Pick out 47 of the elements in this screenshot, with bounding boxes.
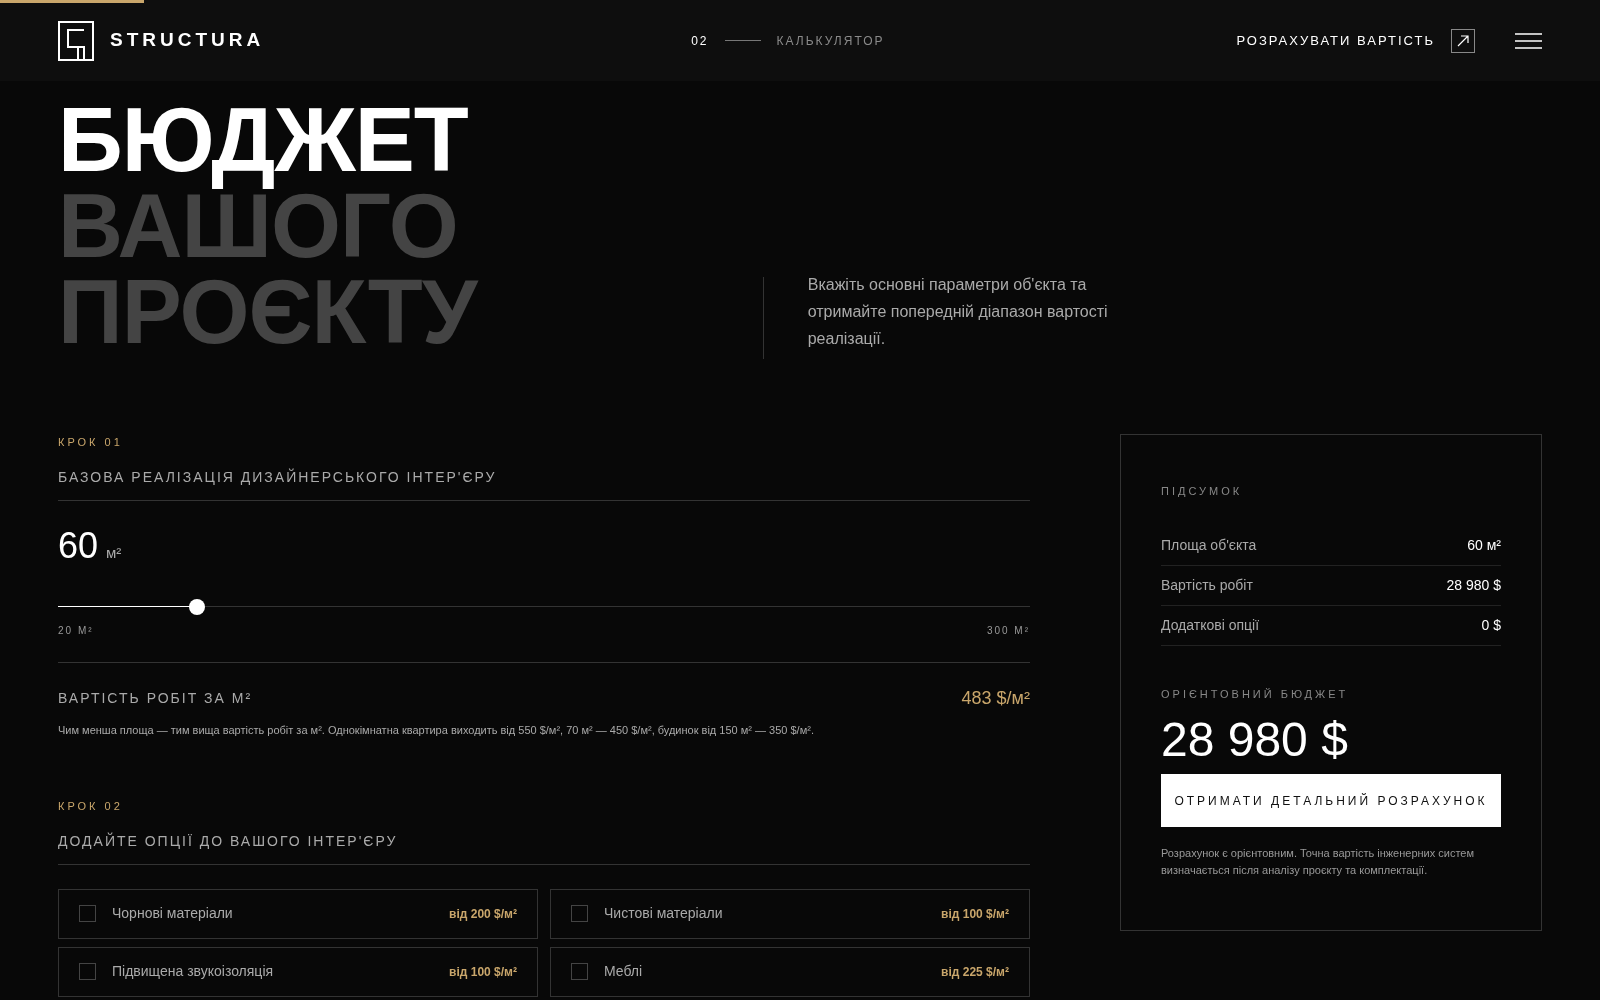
step-label: КРОК 01 bbox=[58, 435, 124, 450]
summary-label: Додаткові опції bbox=[1161, 615, 1260, 635]
option-price: від 200 $/м² bbox=[449, 905, 517, 923]
area-unit: м² bbox=[106, 542, 122, 563]
logo[interactable]: STRUCTURA bbox=[110, 26, 265, 55]
option-card[interactable]: Підвищена звукоізоляція від 100 $/м² bbox=[58, 946, 538, 997]
summary-value: 28 980 $ bbox=[1446, 575, 1501, 595]
range-min: 20 М² bbox=[58, 623, 94, 638]
step-label: КАЛЬКУЛЯТОР bbox=[776, 32, 885, 50]
calculate-link[interactable]: РОЗРАХУВАТИ ВАРТІСТЬ bbox=[1236, 28, 1475, 53]
budget-label: ОРІЄНТОВНИЙ БЮДЖЕТ bbox=[1161, 686, 1350, 702]
checkbox[interactable] bbox=[571, 905, 588, 922]
detail-button[interactable]: ОТРИМАТИ ДЕТАЛЬНИЙ РОЗРАХУНОК bbox=[1161, 774, 1501, 827]
option-label: Підвищена звукоізоляція bbox=[112, 962, 275, 981]
checkbox[interactable] bbox=[79, 905, 96, 922]
rate-label: ВАРТІСТЬ РОБІТ ЗА М² bbox=[58, 688, 253, 708]
step-label: КРОК 02 bbox=[58, 799, 124, 814]
slider-thumb[interactable] bbox=[189, 598, 205, 615]
summary-value: 60 м² bbox=[1467, 535, 1501, 555]
option-card[interactable]: Меблі від 225 $/м² bbox=[550, 946, 1030, 997]
summary-label: Площа об'єкта bbox=[1161, 535, 1257, 555]
logo-icon bbox=[58, 20, 94, 61]
disclaimer: Розрахунок є орієнтовним. Точна вартість інженерних систем визначається після аналізу проєкту та комплектації. bbox=[1161, 846, 1476, 878]
summary-title: ПІДСУМОК bbox=[1161, 484, 1244, 499]
description: Вкажіть основні параметри об'єкта та отримайте попередній діапазон вартості реалізації. bbox=[807, 275, 1109, 349]
range-max: 300 М² bbox=[986, 623, 1030, 638]
area-slider[interactable] bbox=[58, 598, 1030, 615]
option-price: від 100 $/м² bbox=[449, 963, 517, 981]
hero-title: ПРОЄКТУ bbox=[58, 267, 477, 357]
rate-note: Чим менша площа — тим вища вартість робіт за м². Однокімнатна квартира виходить від 550 $/м², 70 м² — 450 $/м², будинок від 150 м² — 350 $/м². bbox=[58, 722, 815, 738]
section-title: ДОДАЙТЕ ОПЦІЇ ДО ВАШОГО ІНТЕР'ЄРУ bbox=[58, 830, 1030, 865]
option-label: Чистові матеріали bbox=[604, 904, 724, 923]
option-label: Меблі bbox=[604, 962, 644, 981]
step-number: 02 bbox=[691, 32, 709, 50]
summary-value: 0 $ bbox=[1481, 615, 1501, 635]
option-label: Чорнові матеріали bbox=[112, 904, 234, 923]
option-price: від 225 $/м² bbox=[941, 963, 1009, 981]
area-value: 60 bbox=[58, 523, 99, 568]
checkbox[interactable] bbox=[571, 963, 588, 980]
option-price: від 100 $/м² bbox=[941, 905, 1009, 923]
option-card[interactable]: Чистові матеріали від 100 $/м² bbox=[550, 888, 1030, 939]
checkbox[interactable] bbox=[79, 963, 96, 980]
summary-label: Вартість робіт bbox=[1161, 575, 1253, 595]
section-title: БАЗОВА РЕАЛІЗАЦІЯ ДИЗАЙНЕРСЬКОГО ІНТЕР'ЄРУ bbox=[58, 466, 1030, 501]
option-card[interactable]: Чорнові матеріали від 200 $/м² bbox=[58, 888, 538, 939]
budget-value: 28 980 $ bbox=[1161, 716, 1349, 764]
rate-value: 483 $/м² bbox=[961, 686, 1030, 710]
